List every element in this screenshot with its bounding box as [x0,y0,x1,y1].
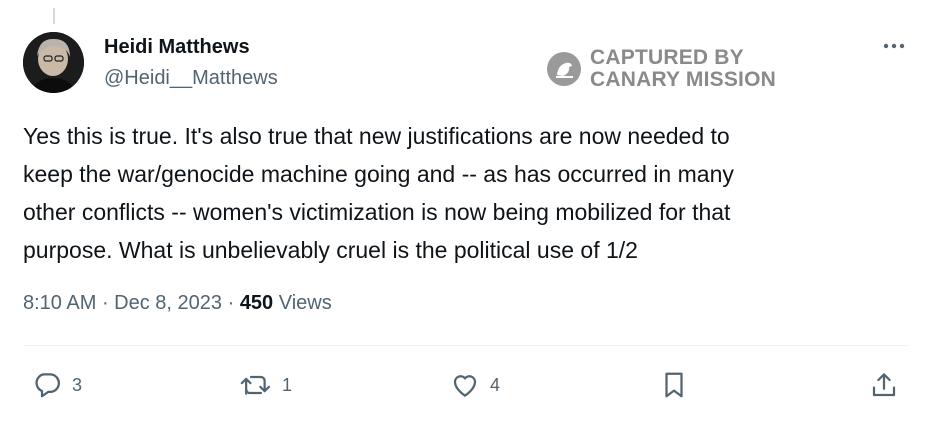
watermark-line2: CANARY MISSION [590,68,776,91]
tweet-time[interactable]: 8:10 AM [23,292,96,314]
repost-count: 1 [282,374,293,395]
action-bar: 3 1 4 [0,365,931,405]
divider [23,345,908,346]
canary-logo-icon [546,51,582,87]
reply-icon [32,370,62,400]
reply-count: 3 [72,374,83,395]
author-name[interactable]: Heidi Matthews [104,36,250,59]
views-count: 450 [239,292,274,314]
meta-separator: · [222,292,240,314]
reply-button[interactable]: 3 [32,365,82,405]
thread-connector-line [53,8,55,24]
share-icon [869,370,899,400]
like-icon [450,370,480,400]
like-button[interactable]: 4 [450,365,500,405]
tweet-date[interactable]: Dec 8, 2023 [114,292,222,314]
meta-separator: · [96,292,115,314]
author-handle[interactable]: @Heidi__Matthews [104,67,278,90]
watermark: CAPTURED BY CANARY MISSION [546,47,776,91]
bookmark-icon [660,370,688,400]
watermark-line1: CAPTURED BY [590,46,744,69]
like-count: 4 [490,374,501,395]
more-options-button[interactable] [879,34,909,58]
bookmark-button[interactable] [660,365,688,405]
avatar[interactable] [23,32,84,93]
repost-icon [240,370,272,400]
tweet-meta: 8:10 AM · Dec 8, 2023 · 450 Views [23,292,332,315]
share-button[interactable] [869,365,899,405]
tweet-text: Yes this is true. It's also true that ne… [23,123,734,263]
more-icon [882,37,906,55]
repost-button[interactable]: 1 [240,365,292,405]
views-label: Views [273,292,332,314]
